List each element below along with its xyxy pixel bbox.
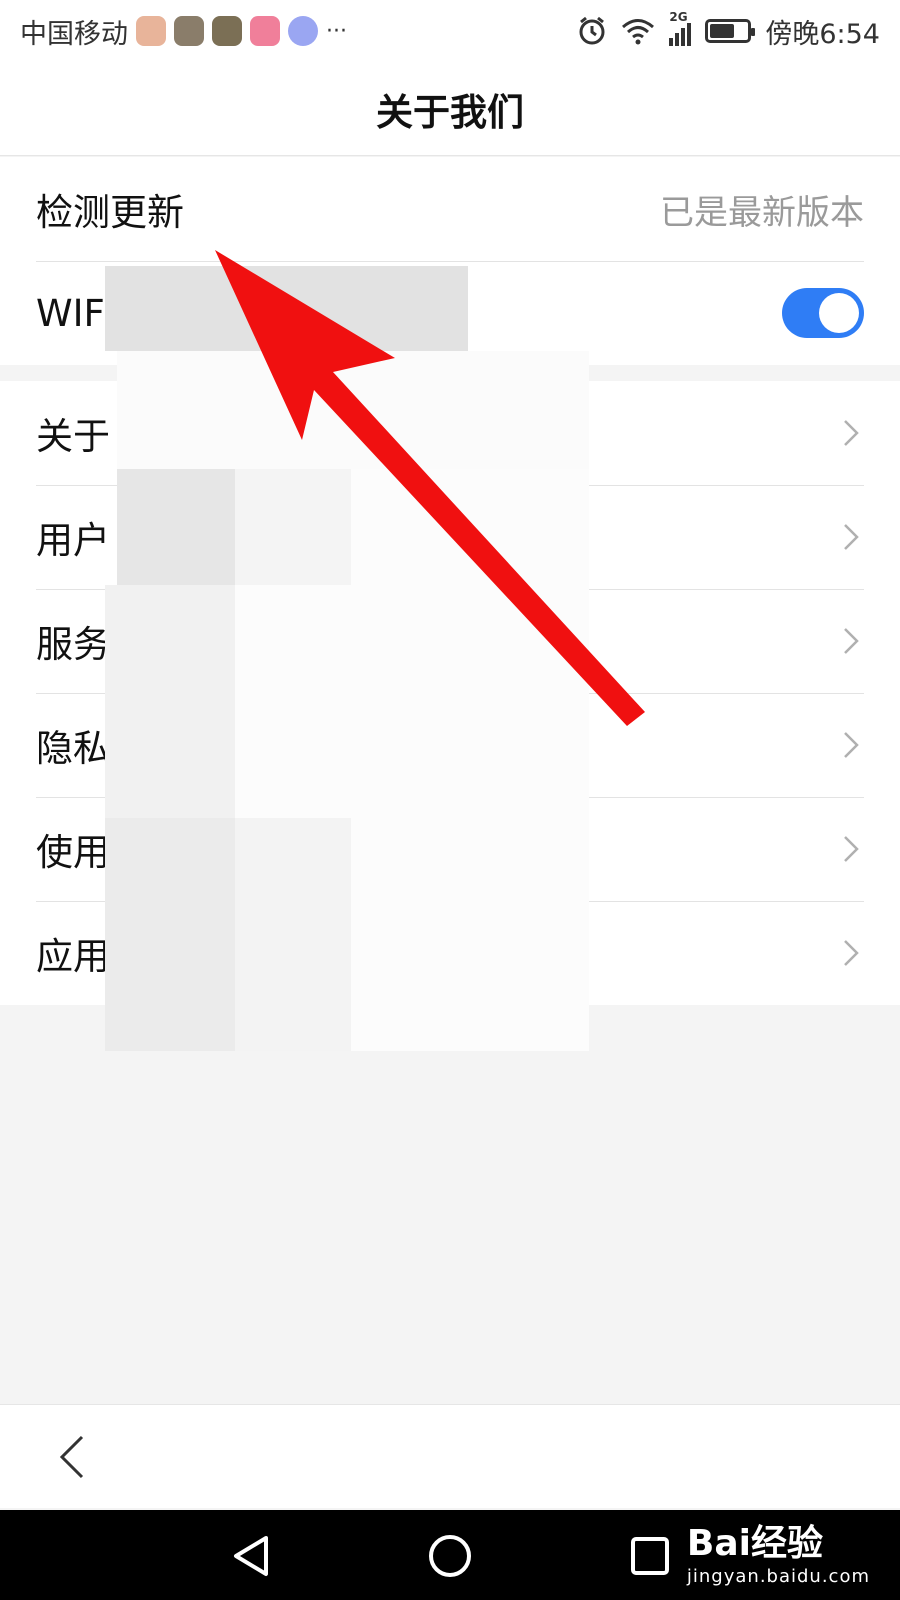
chevron-right-icon bbox=[838, 628, 864, 654]
baidu-watermark: Bai经验 jingyan.baidu.com bbox=[687, 1514, 870, 1587]
list-item-label: 使用 bbox=[36, 831, 110, 874]
list-item-label: 用户 bbox=[36, 519, 110, 562]
page-title: 关于我们 bbox=[376, 90, 524, 134]
wifi-label: WIF bbox=[36, 291, 105, 335]
chevron-right-icon bbox=[838, 524, 864, 550]
chevron-right-icon bbox=[838, 420, 864, 446]
carrier-name: 中国移动 bbox=[20, 18, 128, 50]
watermark-logo: Bai经验 bbox=[686, 1523, 823, 1564]
mosaic-block bbox=[235, 469, 351, 585]
wifi-toggle[interactable] bbox=[782, 288, 864, 338]
mosaic-block bbox=[351, 818, 589, 1051]
list-item-label: 应用 bbox=[36, 935, 110, 978]
chevron-right-icon bbox=[838, 732, 864, 758]
app-icon-4 bbox=[250, 16, 280, 46]
list-item-label: 服务 bbox=[36, 623, 110, 666]
list-item-label: 隐私 bbox=[36, 727, 110, 770]
mosaic-block bbox=[117, 351, 589, 469]
check-update-label: 检测更新 bbox=[36, 191, 184, 234]
mosaic-block bbox=[351, 469, 589, 585]
back-button[interactable] bbox=[52, 1433, 92, 1481]
alarm-icon bbox=[579, 16, 605, 45]
mosaic-block bbox=[235, 585, 589, 818]
app-icon-3 bbox=[212, 16, 242, 46]
mosaic-block bbox=[105, 585, 235, 818]
mosaic-block bbox=[105, 266, 468, 351]
mosaic-block bbox=[235, 818, 351, 1051]
mosaic-block bbox=[105, 818, 235, 1051]
battery-icon bbox=[705, 19, 756, 43]
music-icon bbox=[288, 16, 318, 46]
status-right: 2G 傍晚6:54 bbox=[577, 10, 880, 51]
clock: 傍晚6:54 bbox=[765, 18, 880, 50]
app-icon-1 bbox=[136, 16, 166, 46]
list-item-label: 关于 bbox=[36, 415, 110, 458]
page-header: 关于我们 bbox=[0, 62, 900, 156]
more-notifications: ··· bbox=[326, 18, 347, 44]
check-update-row[interactable]: 检测更新 已是最新版本 bbox=[0, 157, 900, 261]
signal-icon bbox=[669, 23, 692, 46]
chevron-right-icon bbox=[838, 940, 864, 966]
network-type: 2G bbox=[669, 10, 688, 24]
status-bar: 中国移动 ··· 2G 傍晚6:54 bbox=[0, 0, 900, 62]
update-status: 已是最新版本 bbox=[660, 192, 864, 233]
back-triangle-icon[interactable] bbox=[228, 1532, 276, 1580]
status-left: 中国移动 ··· bbox=[20, 12, 347, 51]
home-circle-icon[interactable] bbox=[426, 1532, 474, 1580]
signal-indicator: 2G bbox=[669, 10, 692, 46]
chevron-right-icon bbox=[838, 836, 864, 862]
recents-square-icon[interactable] bbox=[626, 1532, 674, 1580]
wifi-icon bbox=[622, 19, 655, 45]
app-icon-2 bbox=[174, 16, 204, 46]
bottom-toolbar bbox=[0, 1404, 900, 1508]
watermark-url: jingyan.baidu.com bbox=[686, 1566, 870, 1587]
mosaic-block bbox=[117, 469, 235, 585]
